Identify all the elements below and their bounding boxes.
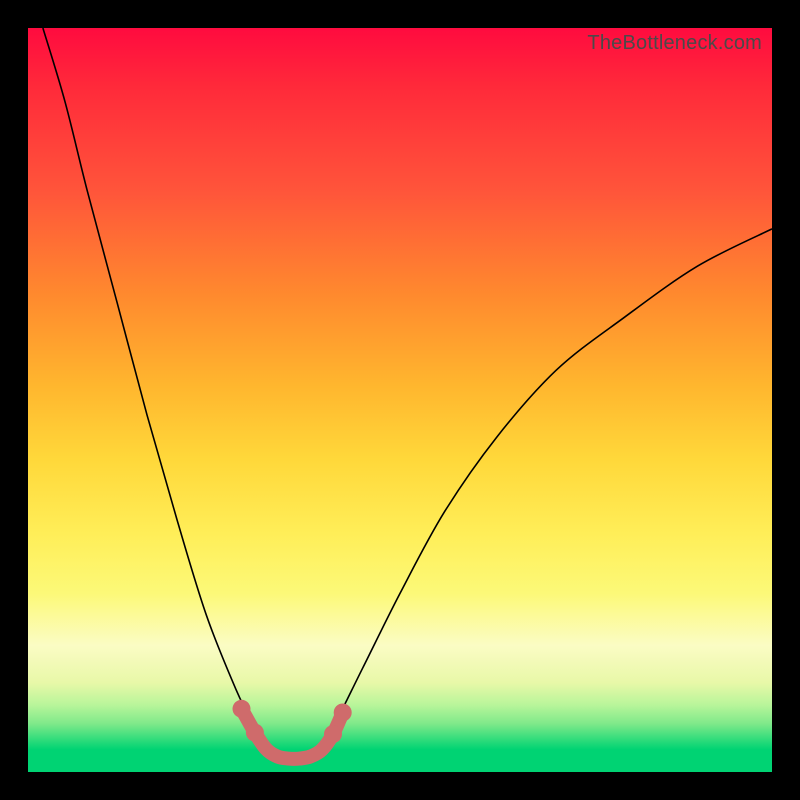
watermark-text: TheBottleneck.com <box>587 32 762 55</box>
marker-dot <box>324 725 342 743</box>
right-bottleneck-curve <box>314 229 772 757</box>
marker-dot <box>246 724 264 742</box>
marker-dot <box>233 700 251 718</box>
left-bottleneck-curve <box>43 28 279 757</box>
curves-layer <box>28 28 772 772</box>
plot-area: TheBottleneck.com <box>28 28 772 772</box>
chart-frame: TheBottleneck.com <box>0 0 800 800</box>
marker-dot <box>334 704 352 722</box>
